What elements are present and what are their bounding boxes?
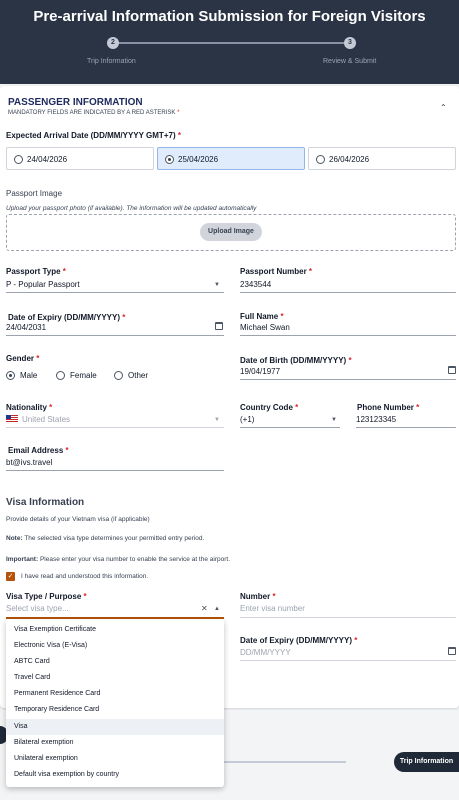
gender-other-label: Other bbox=[128, 371, 149, 380]
passport-type-select[interactable]: P - Popular Passport bbox=[6, 280, 80, 289]
gender-male-label: Male bbox=[20, 371, 38, 380]
passport-number-input[interactable]: 2343544 bbox=[240, 280, 271, 289]
email-input[interactable]: bt@ivs.travel bbox=[6, 458, 52, 467]
country-code-select[interactable]: (+1) bbox=[240, 415, 254, 424]
arrival-option-3-label: 26/04/2026 bbox=[329, 155, 370, 164]
dob-input[interactable]: 19/04/1977 bbox=[240, 367, 280, 376]
trip-information-button[interactable]: Trip Information bbox=[394, 752, 459, 772]
visa-number-label: Number * bbox=[240, 592, 276, 601]
caret-down-icon[interactable]: ▼ bbox=[214, 417, 220, 423]
arrival-option-2-label: 25/04/2026 bbox=[178, 155, 219, 164]
page-header: Pre-arrival Information Submission for F… bbox=[0, 0, 459, 84]
calendar-icon[interactable] bbox=[215, 322, 223, 330]
visa-note: Note: The selected visa type determines … bbox=[6, 535, 205, 542]
dropdown-option[interactable]: ABTC Card bbox=[6, 654, 224, 670]
full-name-label: Full Name * bbox=[240, 312, 284, 321]
visa-subtitle: Provide details of your Vietnam visa (if… bbox=[6, 516, 150, 523]
phone-label: Phone Number * bbox=[357, 403, 420, 412]
passport-number-underline bbox=[240, 292, 456, 293]
dropdown-option-highlighted[interactable]: Visa bbox=[6, 719, 224, 735]
nationality-underline bbox=[6, 427, 224, 428]
chevron-up-icon[interactable]: ⌃ bbox=[440, 103, 447, 112]
arrival-option-1[interactable]: 24/04/2026 bbox=[6, 147, 154, 170]
passenger-card bbox=[0, 86, 459, 708]
passport-image-label: Passport Image bbox=[6, 189, 63, 198]
expiry-label: Date of Expiry (DD/MM/YYYY) * bbox=[8, 313, 126, 322]
visa-expiry-label: Date of Expiry (DD/MM/YYYY) * bbox=[240, 636, 358, 645]
radio-selected-icon bbox=[165, 155, 174, 164]
dropdown-option[interactable]: Unilateral exemption bbox=[6, 751, 224, 767]
passport-type-label: Passport Type * bbox=[6, 267, 66, 276]
gender-female-label: Female bbox=[70, 371, 97, 380]
visa-type-dropdown: Visa Exemption Certificate Electronic Vi… bbox=[6, 619, 224, 787]
dropdown-option[interactable]: Visa Exemption Certificate bbox=[6, 622, 224, 638]
arrival-option-3[interactable]: 26/04/2026 bbox=[308, 147, 456, 170]
caret-up-icon[interactable]: ▲ bbox=[214, 606, 220, 612]
us-flag-icon bbox=[6, 415, 18, 423]
visa-expiry-input[interactable]: DD/MM/YYYY bbox=[240, 648, 291, 657]
arrival-option-2[interactable]: 25/04/2026 bbox=[157, 147, 305, 170]
full-name-input[interactable]: Michael Swan bbox=[240, 323, 290, 332]
section-title: PASSENGER INFORMATION bbox=[8, 97, 143, 108]
visa-number-input[interactable]: Enter visa number bbox=[240, 604, 305, 613]
dropdown-option[interactable]: Electronic Visa (E-Visa) bbox=[6, 638, 224, 654]
nationality-label: Nationality * bbox=[6, 403, 53, 412]
step-2-indicator: 2 bbox=[107, 37, 119, 49]
arrival-option-1-label: 24/04/2026 bbox=[27, 155, 68, 164]
upload-image-button[interactable]: Upload Image bbox=[200, 223, 262, 241]
arrival-date-label: Expected Arrival Date (DD/MM/YYYY GMT+7)… bbox=[6, 131, 181, 140]
visa-important: Important: Please enter your visa number… bbox=[6, 556, 231, 563]
visa-section-title: Visa Information bbox=[6, 497, 85, 508]
dropdown-option[interactable]: Default visa exemption by country bbox=[6, 767, 224, 783]
step-2-label: Trip Information bbox=[87, 58, 136, 65]
passport-image-hint: Upload your passport photo (if available… bbox=[6, 205, 257, 212]
expiry-input[interactable]: 24/04/2031 bbox=[6, 323, 46, 332]
country-code-label: Country Code * bbox=[240, 403, 299, 412]
stepper-line bbox=[113, 42, 350, 44]
calendar-icon[interactable] bbox=[448, 647, 456, 655]
calendar-icon[interactable] bbox=[448, 366, 456, 374]
caret-down-icon[interactable]: ▼ bbox=[214, 282, 220, 288]
phone-input[interactable]: 123123345 bbox=[356, 415, 396, 424]
dropdown-option[interactable]: Permanent Residence Card bbox=[6, 686, 224, 702]
visa-number-underline bbox=[240, 617, 456, 618]
radio-icon bbox=[316, 155, 325, 164]
email-underline bbox=[6, 470, 224, 471]
visa-type-label: Visa Type / Purpose * bbox=[6, 592, 87, 601]
dropdown-option[interactable]: Bilateral exemption bbox=[6, 735, 224, 751]
passport-type-underline bbox=[6, 292, 224, 293]
gender-male-radio[interactable] bbox=[6, 371, 15, 380]
phone-underline bbox=[356, 427, 456, 428]
step-3-label: Review & Submit bbox=[323, 58, 377, 65]
email-label: Email Address * bbox=[8, 446, 69, 455]
gender-label: Gender * bbox=[6, 354, 40, 363]
dropdown-option[interactable]: Travel Card bbox=[6, 670, 224, 686]
ack-checkbox[interactable]: ✓ bbox=[6, 572, 15, 581]
mandatory-note: MANDATORY FIELDS ARE INDICATED BY A RED … bbox=[8, 110, 180, 116]
country-code-underline bbox=[240, 427, 340, 428]
step-3-indicator: 3 bbox=[344, 37, 356, 49]
dob-label: Date of Birth (DD/MM/YYYY) * bbox=[240, 356, 352, 365]
passport-number-label: Passport Number * bbox=[240, 267, 313, 276]
gender-female-radio[interactable] bbox=[56, 371, 65, 380]
visa-expiry-underline bbox=[240, 660, 456, 661]
dropdown-option[interactable]: Temporary Residence Card bbox=[6, 702, 224, 718]
caret-down-icon[interactable]: ▼ bbox=[331, 417, 337, 423]
ack-label: I have read and understood this informat… bbox=[21, 573, 149, 580]
visa-type-input[interactable]: Select visa type... bbox=[6, 604, 69, 613]
nationality-select[interactable]: United States bbox=[22, 415, 70, 424]
expiry-underline bbox=[6, 335, 224, 336]
clear-icon[interactable]: ✕ bbox=[201, 604, 208, 613]
gender-other-radio[interactable] bbox=[114, 371, 123, 380]
page-title: Pre-arrival Information Submission for F… bbox=[33, 8, 426, 25]
dob-underline bbox=[240, 379, 456, 380]
radio-icon bbox=[14, 155, 23, 164]
full-name-underline bbox=[240, 335, 456, 336]
